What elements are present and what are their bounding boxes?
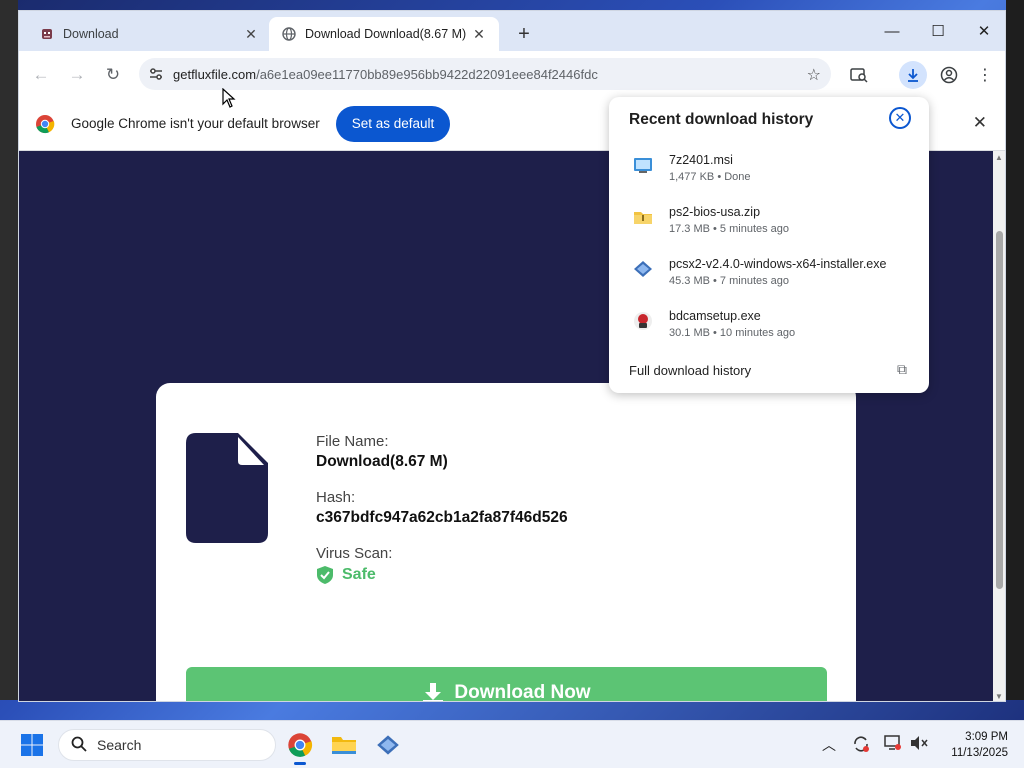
- download-filename: pcsx2-v2.4.0-windows-x64-installer.exe: [669, 257, 887, 271]
- desktop-edge-left: [0, 0, 18, 700]
- url-domain: getfluxfile.com: [173, 66, 257, 82]
- windows-start-icon[interactable]: [20, 733, 44, 757]
- download-meta: 45.3 MB • 7 minutes ago: [669, 275, 790, 287]
- clock-time: 3:09 PM: [965, 731, 1008, 743]
- download-filename: 7z2401.msi: [669, 153, 733, 167]
- pcsx2-icon: [634, 261, 652, 277]
- shield-check-icon: [317, 566, 333, 584]
- volume-muted-icon[interactable]: [910, 735, 928, 754]
- document-file-icon: [186, 433, 268, 543]
- maximize-button[interactable]: ☐: [915, 11, 961, 51]
- browser-toolbar: ← → ↻ getfluxfile.com/a6e1ea09ee11770bb8…: [19, 51, 1005, 97]
- back-arrow-icon[interactable]: ←: [27, 61, 55, 89]
- tab-close-icon[interactable]: ✕: [243, 26, 259, 42]
- file-name-value: Download(8.67 M): [316, 453, 448, 470]
- desktop-edge-right: [1006, 0, 1024, 700]
- download-now-label: Download Now: [454, 682, 591, 702]
- taskbar-file-explorer-icon[interactable]: [328, 729, 360, 761]
- tab-search-icon[interactable]: [845, 61, 873, 89]
- robot-favicon-icon: [39, 26, 55, 42]
- clock-date: 11/13/2025: [951, 747, 1008, 759]
- download-meta: 30.1 MB • 10 minutes ago: [669, 327, 796, 339]
- mouse-cursor-icon: [222, 88, 236, 108]
- taskbar-pcsx2-icon[interactable]: [372, 729, 404, 761]
- infobar-close-icon[interactable]: ✕: [973, 113, 987, 133]
- download-now-button[interactable]: Download Now: [186, 667, 827, 702]
- file-meta: File Name: Download(8.67 M) Hash: c367bd…: [316, 433, 816, 585]
- search-placeholder: Search: [97, 737, 142, 753]
- forward-arrow-icon[interactable]: →: [63, 61, 91, 89]
- download-history-popup: Recent download history ✕ 7z2401.msi 1,4…: [609, 97, 929, 393]
- download-meta: 1,477 KB • Done: [669, 171, 751, 183]
- close-window-button[interactable]: ✕: [961, 11, 1005, 51]
- bandicam-icon: [634, 312, 652, 330]
- page-scrollbar[interactable]: ▲ ▼: [993, 151, 1005, 701]
- hash-label: Hash:: [316, 489, 356, 506]
- scan-result: Safe: [342, 566, 376, 583]
- download-filename: ps2-bios-usa.zip: [669, 205, 761, 219]
- chrome-logo-icon: [36, 114, 55, 133]
- minimize-button[interactable]: —: [869, 11, 915, 51]
- url-path: /a6e1ea09ee11770bb89e956bb9422d22091eee8…: [256, 66, 598, 82]
- taskbar-chrome-icon[interactable]: [284, 729, 316, 765]
- scroll-down-icon[interactable]: ▼: [995, 692, 1003, 701]
- network-icon[interactable]: [884, 735, 902, 754]
- site-settings-icon[interactable]: [139, 67, 173, 81]
- downloads-icon[interactable]: [899, 61, 927, 89]
- tab-title: Download Download(8.67 M): [305, 27, 467, 41]
- bookmark-star-icon[interactable]: ☆: [807, 65, 821, 85]
- new-tab-button[interactable]: +: [511, 21, 537, 47]
- tab-strip: Download ✕ Download Download(8.67 M) ✕ +…: [19, 11, 1005, 51]
- tab-download[interactable]: Download ✕: [27, 17, 271, 51]
- tab-close-icon[interactable]: ✕: [471, 26, 487, 42]
- menu-kebab-icon[interactable]: ⋮: [971, 61, 999, 89]
- address-bar[interactable]: getfluxfile.com/a6e1ea09ee11770bb89e956b…: [139, 58, 831, 90]
- url-text: getfluxfile.com/a6e1ea09ee11770bb89e956b…: [173, 67, 598, 82]
- browser-window: Download ✕ Download Download(8.67 M) ✕ +…: [18, 10, 1006, 702]
- set-as-default-button[interactable]: Set as default: [335, 105, 451, 142]
- scrollbar-thumb[interactable]: [996, 231, 1003, 589]
- active-app-indicator: [294, 762, 306, 765]
- msi-installer-icon: [634, 158, 652, 173]
- globe-icon: [281, 26, 297, 42]
- download-item[interactable]: ps2-bios-usa.zip 17.3 MB • 5 minutes ago: [629, 201, 919, 245]
- search-icon: [71, 736, 87, 755]
- hash-value: c367bdfc947a62cb1a2fa87f46d526: [316, 509, 568, 526]
- file-name-label: File Name:: [316, 433, 389, 450]
- popup-close-icon[interactable]: ✕: [889, 107, 911, 129]
- download-item[interactable]: 7z2401.msi 1,477 KB • Done: [629, 149, 919, 193]
- download-icon: [423, 683, 444, 701]
- file-info-card: File Name: Download(8.67 M) Hash: c367bd…: [156, 383, 856, 702]
- full-download-history-link[interactable]: Full download history: [629, 363, 751, 378]
- system-clock[interactable]: 3:09 PM 11/13/2025: [951, 729, 1008, 761]
- open-external-icon[interactable]: ⧉: [897, 361, 907, 378]
- profile-icon[interactable]: [935, 61, 963, 89]
- update-sync-icon[interactable]: [852, 735, 870, 756]
- taskbar: Search ︿ 3:09 PM 11/13/2025: [0, 720, 1024, 768]
- reload-icon[interactable]: ↻: [99, 61, 127, 89]
- taskbar-search[interactable]: Search: [58, 729, 276, 761]
- tray-overflow-chevron-icon[interactable]: ︿: [822, 735, 836, 755]
- tab-download-active[interactable]: Download Download(8.67 M) ✕: [269, 17, 499, 51]
- tab-title: Download: [63, 27, 119, 41]
- scroll-up-icon[interactable]: ▲: [995, 153, 1003, 162]
- infobar-message: Google Chrome isn't your default browser: [71, 116, 320, 131]
- virus-scan-label: Virus Scan:: [316, 545, 393, 562]
- download-meta: 17.3 MB • 5 minutes ago: [669, 223, 790, 235]
- download-filename: bdcamsetup.exe: [669, 309, 761, 323]
- download-item[interactable]: pcsx2-v2.4.0-windows-x64-installer.exe 4…: [629, 253, 919, 297]
- zip-folder-icon: [634, 212, 652, 224]
- popup-title: Recent download history: [629, 111, 814, 128]
- virus-scan-status: Safe: [316, 565, 816, 585]
- download-item[interactable]: bdcamsetup.exe 30.1 MB • 10 minutes ago: [629, 305, 919, 349]
